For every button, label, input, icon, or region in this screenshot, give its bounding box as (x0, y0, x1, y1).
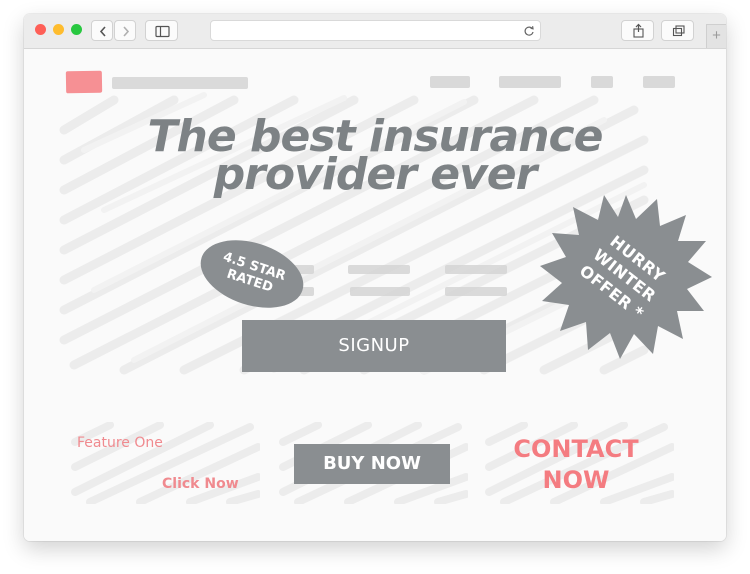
feature-line (445, 265, 507, 274)
click-now-link[interactable]: Click Now (162, 476, 239, 492)
signup-button[interactable]: SIGNUP (242, 320, 506, 372)
contact-now-link[interactable]: CONTACT NOW (486, 434, 666, 496)
sidebar-icon (155, 25, 170, 38)
site-name-placeholder (112, 77, 248, 89)
feature-line (445, 287, 507, 296)
browser-toolbar: + (24, 14, 726, 49)
address-bar[interactable] (210, 20, 541, 41)
buy-now-button[interactable]: BUY NOW (294, 444, 450, 484)
contact-line-1: CONTACT (513, 435, 639, 463)
share-button[interactable] (621, 20, 654, 41)
headline-line-2: provider ever (213, 149, 538, 200)
feature-one-label: Feature One (77, 435, 163, 451)
tabs-overview-button[interactable] (661, 20, 694, 41)
forward-icon (123, 26, 130, 37)
contact-line-2: NOW (542, 466, 610, 494)
back-icon (99, 26, 106, 37)
share-icon (633, 23, 644, 38)
reload-icon[interactable] (522, 24, 536, 38)
nav-link-4[interactable] (643, 76, 675, 88)
back-button[interactable] (91, 20, 113, 41)
nav-link-2[interactable] (499, 76, 561, 88)
new-tab-icon[interactable]: + (706, 24, 726, 48)
hero-headline: The best insurance provider ever (0, 115, 750, 200)
nav-link-1[interactable] (430, 76, 470, 88)
close-window-button[interactable] (35, 24, 46, 35)
feature-line (350, 287, 410, 296)
tabs-icon (672, 25, 685, 37)
feature-line (348, 265, 410, 274)
nav-link-3[interactable] (591, 76, 613, 88)
sidebar-toggle-button[interactable] (145, 20, 178, 41)
minimize-window-button[interactable] (53, 24, 64, 35)
forward-button[interactable] (114, 20, 136, 41)
zoom-window-button[interactable] (71, 24, 82, 35)
